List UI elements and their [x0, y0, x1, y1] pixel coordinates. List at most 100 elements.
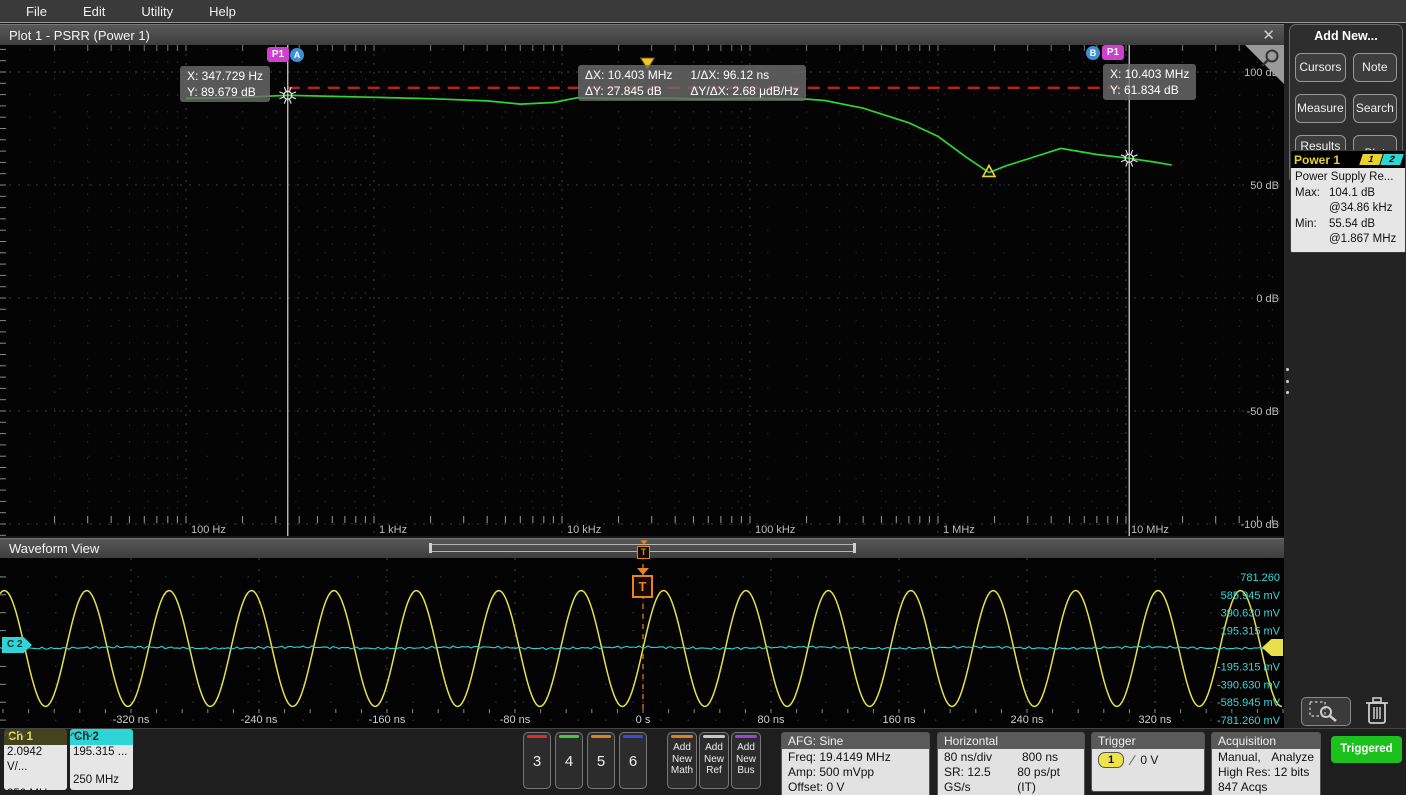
cursor-b-plot-badge[interactable]: P1 [1102, 45, 1124, 60]
cursor-b-x: X: 10.403 MHz [1110, 66, 1189, 82]
afg-row: Freq: 19.4149 MHz [788, 750, 923, 765]
waveform-x-tick-label: -320 ns [113, 714, 150, 726]
plot-window-title: Plot 1 - PSRR (Power 1) [9, 28, 150, 43]
oscilloscope-screen: File Edit Utility Help Plot 1 - PSRR (Power… [0, 0, 1406, 795]
add-new-math-button[interactable]: AddNewMath [667, 732, 697, 789]
waveform-x-tick-label: 320 ns [1138, 714, 1172, 726]
add-new-bus-button[interactable]: AddNewBus [731, 732, 761, 789]
psrr-y-tick-label: 50 dB [1250, 180, 1279, 192]
psrr-x-tick-label: 1 kHz [379, 524, 407, 536]
waveform-y-tick-label: 390.630 mV [1221, 608, 1281, 620]
afg-row: Offset: 0 V [788, 780, 923, 795]
channel1-coupling-icons [7, 774, 64, 787]
channel2-coupling-icons [73, 760, 130, 773]
waveform-y-tick-label: 781.260 [1240, 572, 1280, 584]
zoom-select-button[interactable] [1301, 697, 1351, 726]
acquisition-count: 847 Acqs [1218, 780, 1314, 795]
psrr-y-tick-label: -100 dB [1240, 519, 1279, 531]
power1-min-value: 55.54 dB [1329, 217, 1375, 233]
cursor-a-plot-badge[interactable]: P1 [267, 47, 289, 62]
cursor-a-y: Y: 89.679 dB [187, 84, 263, 100]
horizontal-title: Horizontal [938, 733, 1084, 749]
menu-item-file[interactable]: File [26, 4, 47, 19]
waveform-y-tick-label: 585.945 mV [1221, 590, 1281, 602]
psrr-plot-area[interactable]: 100 Hz1 kHz10 kHz100 kHz1 MHz10 MHz100 d… [0, 45, 1284, 536]
add-new-note-button[interactable]: Note [1353, 53, 1397, 82]
power1-min-at: @1.867 MHz [1329, 232, 1396, 248]
acquisition-mode: High Res: 12 bits [1218, 765, 1314, 780]
inverse-delta-x: 1/ΔX: 96.12 ns [690, 67, 798, 83]
waveform-x-tick-label: -240 ns [241, 714, 278, 726]
ch2-trace [0, 646, 1281, 650]
waveform-x-tick-label: 80 ns [758, 714, 785, 726]
trigger-position-marker-mini[interactable]: T [637, 539, 650, 559]
psrr-y-tick-label: -50 dB [1247, 406, 1279, 418]
channel4-add-button[interactable]: 4 [555, 732, 583, 789]
plot-zoom-corner-icon[interactable] [1245, 45, 1284, 84]
add-new-search-button[interactable]: Search [1353, 94, 1397, 123]
rising-edge-icon: ∕ [1131, 753, 1133, 768]
horizontal-panel[interactable]: Horizontal 80 ns/div800 nsSR: 12.5 GS/s8… [937, 732, 1085, 795]
waveform-window-title: Waveform View [9, 541, 99, 556]
waveform-x-tick-label: 160 ns [882, 714, 916, 726]
afg-row: Amp: 500 mVpp [788, 765, 923, 780]
trash-icon[interactable] [1364, 695, 1390, 726]
add-new-cursors-button[interactable]: Cursors [1295, 53, 1346, 82]
power1-max-at: @34.86 kHz [1329, 201, 1392, 217]
waveform-y-tick-label: -390.630 mV [1217, 679, 1281, 691]
channel5-add-button[interactable]: 5 [587, 732, 615, 789]
channel2-scale: 195.315 ... [73, 745, 130, 760]
cursor-b-badge[interactable]: B [1086, 46, 1100, 60]
menu-item-help[interactable]: Help [209, 4, 236, 19]
channel3-add-button[interactable]: 3 [523, 732, 551, 789]
channel1-badge[interactable]: Ch 1 2.0942 V/... 250 MHz Bw [4, 729, 67, 790]
waveform-x-tick-label: -80 ns [500, 714, 531, 726]
power1-max-value: 104.1 dB [1329, 186, 1375, 202]
plot-window-titlebar[interactable]: Plot 1 - PSRR (Power 1) ✕ [0, 24, 1284, 45]
afg-panel[interactable]: AFG: Sine Freq: 19.4149 MHzAmp: 500 mVpp… [781, 732, 930, 795]
sidebar: Tektronix Add New... CursorsNoteMeasureS… [1284, 0, 1406, 795]
close-icon[interactable]: ✕ [1262, 28, 1275, 43]
waveform-y-tick-label: -781.260 mV [1217, 715, 1281, 727]
cursor-a-badge[interactable]: A [290, 48, 304, 62]
power1-title: Power 1 [1294, 153, 1361, 167]
psrr-x-tick-label: 100 Hz [191, 524, 226, 536]
add-new-measure-button[interactable]: Measure [1295, 94, 1346, 123]
trigger-status-badge: Triggered [1331, 736, 1402, 763]
psrr-x-tick-label: 10 kHz [567, 524, 601, 536]
trigger-source-badge: 1 [1098, 752, 1124, 768]
trigger-level: 0 V [1140, 753, 1158, 768]
menu-bar: File Edit Utility Help [0, 0, 1406, 23]
trigger-position-marker[interactable]: T [632, 568, 653, 598]
channel2-bandwidth: 250 MHz [73, 774, 119, 786]
source2-flag: 2 [1380, 154, 1404, 165]
add-new-label: Add New... [1295, 29, 1397, 43]
panel-drag-handle[interactable] [1286, 368, 1290, 394]
psrr-chart: 100 Hz1 kHz10 kHz100 kHz1 MHz10 MHz100 d… [0, 45, 1284, 536]
cursor-b-readout: X: 10.403 MHz Y: 61.834 dB [1103, 64, 1196, 100]
cursor-a-x: X: 347.729 Hz [187, 68, 263, 84]
delta-y-over-x: ΔY/ΔX: 2.68 μdB/Hz [690, 83, 798, 99]
trigger-title: Trigger [1092, 733, 1204, 749]
channel2-badge[interactable]: Ch 2 195.315 ... 250 MHz Bw [70, 729, 133, 790]
acquisition-title: Acquisition [1212, 733, 1320, 749]
menu-item-edit[interactable]: Edit [83, 4, 105, 19]
waveform-y-tick-label: -195.315 mV [1217, 661, 1281, 673]
psrr-x-tick-label: 100 kHz [755, 524, 795, 536]
waveform-y-tick-label: 195.315 mV [1221, 626, 1281, 638]
delta-x: ΔX: 10.403 MHz [585, 67, 672, 83]
trigger-panel[interactable]: Trigger 1 ∕ 0 V [1091, 732, 1205, 792]
acquisition-panel[interactable]: Acquisition Manual,Analyze High Res: 12 … [1211, 732, 1321, 795]
menu-item-utility[interactable]: Utility [141, 4, 173, 19]
cursor-b-y: Y: 61.834 dB [1110, 82, 1189, 98]
delta-y: ΔY: 27.845 dB [585, 83, 672, 99]
psrr-curve [186, 95, 1172, 172]
waveform-x-tick-label: 0 s [636, 714, 651, 726]
power1-measurement-card[interactable]: Power 1 1 2 Power Supply Re... Max:104.1… [1290, 150, 1406, 253]
channel1-scale: 2.0942 V/... [7, 745, 64, 774]
add-new-ref-button[interactable]: AddNewRef [699, 732, 729, 789]
cursor-a-readout: X: 347.729 Hz Y: 89.679 dB [180, 66, 270, 102]
afg-title: AFG: Sine [782, 733, 929, 749]
channel6-add-button[interactable]: 6 [619, 732, 647, 789]
waveform-x-tick-label: 240 ns [1010, 714, 1044, 726]
